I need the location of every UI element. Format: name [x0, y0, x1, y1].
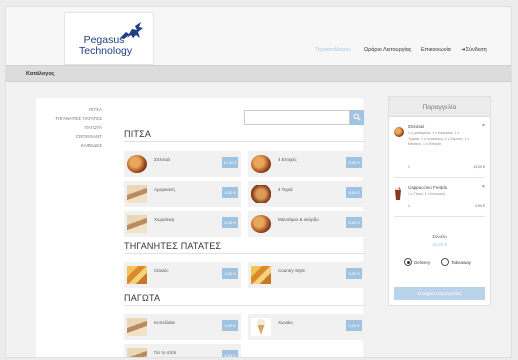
order-divider: [394, 216, 485, 217]
product-card[interactable]: Country Style 3,00 €: [248, 262, 365, 288]
nav-contact[interactable]: Επικοινωνία: [421, 47, 451, 53]
product-card[interactable]: Για το σπίτι 8,00 €: [124, 344, 241, 357]
nav-login[interactable]: ➜Σύνδεση: [461, 47, 487, 53]
product-card[interactable]: Χωνάκι 3,00 €: [248, 314, 365, 340]
add-price-button[interactable]: 3,00 €: [222, 320, 238, 331]
pizza-thumbnail: [127, 155, 147, 173]
icecream-cone-icon: [257, 319, 265, 335]
category-sidebar: ΠΙΤΣΑ ΤΗΓΑΝΗΤΕΣ ΠΑΤΑΤΕΣ ΠΑΓΩΤΑ CROISSANT…: [36, 98, 112, 357]
menu-content: ΠΙΤΣΑ Σπέσιαλ 12,00 € 4 Εποχές 8,00 € Αμ…: [112, 98, 365, 357]
product-card[interactable]: 4 Εποχές 8,00 €: [248, 151, 365, 177]
takeaway-label: Takeaway: [451, 260, 472, 265]
icecream-cup-thumbnail: [127, 318, 147, 336]
product-name: Classic: [154, 268, 169, 273]
sidebar-item-coffee[interactable]: ΚΑΦΕΔΕΣ: [81, 143, 102, 148]
order-panel: Παραγγελία Σπέσιαλ × 1 x μοτσαρέλα, 1 x …: [388, 96, 491, 306]
section-title-fries: ΤΗΓΑΝΗΤΕΣ ΠΑΤΑΤΕΣ: [124, 241, 222, 251]
product-card[interactable]: Κυπελλάκι 3,00 €: [124, 314, 241, 340]
sidebar-item-icecream[interactable]: ΠΑΓΩΤΑ: [84, 125, 102, 130]
product-name: 4 Τυριά: [278, 187, 293, 192]
pizza-thumbnail: [251, 155, 271, 173]
product-name: Σπέσιαλ: [154, 157, 171, 162]
product-card[interactable]: Μανιτάρια & σκόρδο 8,00 €: [248, 211, 365, 237]
product-card[interactable]: Χωριάτικη 8,00 €: [124, 211, 241, 237]
sidebar-item-croissant[interactable]: CROISSANT: [76, 134, 102, 139]
order-item-price: 2,50 €: [475, 204, 485, 208]
product-name: Country Style: [278, 268, 306, 273]
pizza-thumbnail: [251, 215, 271, 233]
logo-line2: Technology: [79, 45, 133, 57]
section-divider: [124, 253, 365, 254]
product-name: Για το σπίτι: [154, 350, 177, 355]
add-price-button[interactable]: 8,00 €: [222, 217, 238, 228]
order-item-qty: 1: [408, 204, 410, 208]
product-card[interactable]: 4 Τυριά 8,00 €: [248, 181, 365, 207]
pizza-thumbnail: [127, 215, 147, 233]
add-price-button[interactable]: 8,00 €: [346, 217, 362, 228]
app-frame: Pegasus Technology Τιμοκατάλογος Ωράριο …: [5, 6, 512, 358]
section-divider: [124, 141, 365, 142]
order-title: Παραγγελία: [422, 104, 457, 111]
add-price-button[interactable]: 3,00 €: [222, 268, 238, 279]
add-price-button[interactable]: 8,00 €: [346, 157, 362, 168]
order-item-name: Σπέσιαλ: [408, 124, 425, 129]
order-item-desc: 1 x μοτσαρέλα, 1 x Κασεράκι, 1 x Τομάτα,…: [408, 131, 470, 146]
nav-login-label: Σύνδεση: [465, 47, 487, 53]
search-input[interactable]: [244, 110, 350, 125]
fries-thumbnail: [251, 266, 271, 284]
product-card[interactable]: Σπέσιαλ 12,00 €: [124, 151, 241, 177]
icecream-cone-thumbnail: [251, 318, 271, 336]
order-header: Παραγγελία: [389, 97, 490, 117]
search-button[interactable]: [350, 110, 364, 125]
product-name: Αμερικανή: [154, 187, 175, 192]
breadcrumb-label: Κατάλογος: [26, 71, 55, 77]
logo[interactable]: Pegasus Technology: [64, 12, 154, 65]
pizza-thumbnail: [127, 185, 147, 203]
remove-item-icon[interactable]: ×: [482, 123, 485, 129]
sidebar-item-fries[interactable]: ΤΗΓΑΝΗΤΕΣ ΠΑΤΑΤΕΣ: [55, 116, 102, 121]
nav-menu[interactable]: Τιμοκατάλογος: [315, 47, 351, 53]
section-divider: [124, 305, 365, 306]
order-divider: [394, 177, 485, 178]
total-value: 15,50 €: [431, 242, 447, 247]
search-icon: [353, 113, 361, 121]
product-name: Μανιτάρια & σκόρδο: [278, 217, 319, 222]
product-card[interactable]: Classic 3,00 €: [124, 262, 241, 288]
pizza-thumbnail: [251, 185, 271, 203]
add-price-button[interactable]: 8,00 €: [346, 187, 362, 198]
product-name: Κυπελλάκι: [154, 320, 175, 325]
order-item-qty: 1: [408, 165, 410, 169]
takeaway-radio[interactable]: [441, 258, 449, 266]
section-title-pizza: ΠΙΤΣΑ: [124, 129, 152, 139]
product-name: Χωνάκι: [278, 320, 293, 325]
order-item-price: 13,00 €: [473, 165, 485, 169]
add-price-button[interactable]: 3,00 €: [346, 320, 362, 331]
sidebar-item-pizza[interactable]: ΠΙΤΣΑ: [89, 107, 102, 112]
fries-thumbnail: [127, 266, 147, 284]
add-price-button[interactable]: 8,00 €: [222, 350, 238, 357]
remove-item-icon[interactable]: ×: [482, 184, 485, 190]
coffee-cup-icon: [395, 187, 401, 200]
delivery-label: Delivery: [414, 260, 431, 265]
nav-hours[interactable]: Ωράριο Λειτουργίας: [364, 47, 412, 53]
section-title-icecream: ΠΑΓΩΤΑ: [124, 293, 161, 303]
breadcrumb: Κατάλογος: [6, 65, 511, 82]
order-item-thumbnail: [394, 127, 404, 137]
logo-text: Pegasus Technology: [79, 35, 133, 57]
product-name: Χωριάτικη: [154, 217, 175, 222]
order-item-name: Cappuccino Freddo: [408, 185, 448, 190]
icecream-cup-thumbnail: [127, 348, 147, 357]
add-price-button[interactable]: 8,00 €: [222, 187, 238, 198]
product-card[interactable]: Αμερικανή 8,00 €: [124, 181, 241, 207]
total-label: Σύνολο: [432, 234, 447, 239]
header: Pegasus Technology Τιμοκατάλογος Ωράριο …: [6, 7, 511, 65]
order-item-desc: 1 x Γλυκό, 1 x Κανονική: [408, 192, 445, 196]
complete-order-button[interactable]: Συνέχεια Παραγγελίας: [394, 287, 485, 300]
delivery-radio[interactable]: [404, 258, 412, 266]
add-price-button[interactable]: 3,00 €: [346, 268, 362, 279]
add-price-button[interactable]: 12,00 €: [222, 157, 238, 168]
product-name: 4 Εποχές: [278, 157, 297, 162]
